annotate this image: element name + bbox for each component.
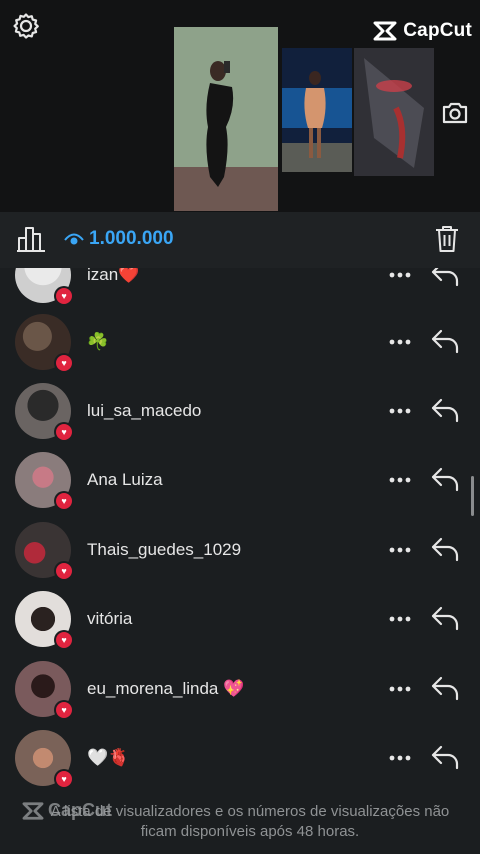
capcut-watermark-text: CapCut [403,20,472,41]
heart-icon: ♥ [56,632,72,648]
more-options-icon[interactable] [388,338,412,346]
trash-icon[interactable] [434,224,460,254]
capcut-watermark-text: CapCut [48,800,112,820]
viewer-row[interactable]: ♥ izan❤️ [0,268,480,310]
viewer-name[interactable]: 🤍🫀 [87,748,129,768]
viewer-row[interactable]: ♥ vitória [0,584,480,654]
more-options-icon[interactable] [388,754,412,762]
viewer-row[interactable]: ♥ Ana Luiza [0,445,480,515]
viewer-name[interactable]: Ana Luiza [87,470,163,490]
reply-icon[interactable] [430,675,460,701]
reply-icon[interactable] [430,397,460,423]
more-options-icon[interactable] [388,615,412,623]
views-toolbar: 1.000.000 [0,212,480,268]
heart-badge: ♥ [54,700,74,720]
more-options-icon[interactable] [388,685,412,693]
reply-icon[interactable] [430,268,460,287]
heart-icon: ♥ [56,771,72,787]
heart-icon: ♥ [56,355,72,371]
heart-badge: ♥ [54,630,74,650]
viewer-name[interactable]: vitória [87,609,132,629]
more-options-icon[interactable] [388,476,412,484]
viewer-name[interactable]: eu_morena_linda 💖 [87,679,244,699]
story-image [174,27,278,211]
heart-badge: ♥ [54,561,74,581]
gear-icon[interactable] [12,12,40,40]
bar-chart-icon[interactable] [16,224,46,254]
stories-header: CapCut [0,0,480,212]
heart-icon: ♥ [56,288,72,304]
viewer-name[interactable]: lui_sa_macedo [87,401,201,421]
more-options-icon[interactable] [388,271,412,279]
viewer-row[interactable]: ♥ ☘️ [0,307,480,377]
viewer-name[interactable]: ☘️ [87,332,108,352]
heart-icon: ♥ [56,702,72,718]
reply-icon[interactable] [430,328,460,354]
capcut-watermark: CapCut [373,20,472,42]
footer: A lista de visualizadores e os números d… [0,798,480,854]
viewer-list[interactable]: ♥ izan❤️ ♥ ☘️ ♥ lui_sa_macedo ♥ Ana Luiz… [0,268,480,798]
reply-icon[interactable] [430,605,460,631]
story-thumbnail-2[interactable] [282,48,352,172]
story-thumbnail-3[interactable] [354,48,434,176]
viewer-row[interactable]: ♥ Thais_guedes_1029 [0,515,480,585]
heart-icon: ♥ [56,493,72,509]
scrollbar[interactable] [471,476,474,516]
heart-badge: ♥ [54,353,74,373]
reply-icon[interactable] [430,744,460,770]
camera-icon[interactable] [440,98,470,128]
heart-badge: ♥ [54,422,74,442]
heart-icon: ♥ [56,424,72,440]
story-image [282,48,352,172]
viewer-name[interactable]: izan❤️ [87,268,139,285]
viewer-name[interactable]: Thais_guedes_1029 [87,540,241,560]
viewer-row[interactable]: ♥ eu_morena_linda 💖 [0,654,480,724]
reply-icon[interactable] [430,536,460,562]
capcut-watermark-bottom: CapCut [22,800,112,821]
viewer-row[interactable]: ♥ lui_sa_macedo [0,376,480,446]
reply-icon[interactable] [430,466,460,492]
story-image [354,48,434,176]
heart-badge: ♥ [54,491,74,511]
eye-icon [64,233,84,245]
heart-icon: ♥ [56,563,72,579]
more-options-icon[interactable] [388,546,412,554]
story-thumbnail-current[interactable] [174,27,278,211]
capcut-logo-icon [373,21,397,41]
view-count: 1.000.000 [89,228,174,249]
more-options-icon[interactable] [388,407,412,415]
heart-badge: ♥ [54,286,74,306]
viewer-row[interactable]: ♥ 🤍🫀 [0,723,480,793]
capcut-logo-icon [22,801,44,820]
heart-badge: ♥ [54,769,74,789]
